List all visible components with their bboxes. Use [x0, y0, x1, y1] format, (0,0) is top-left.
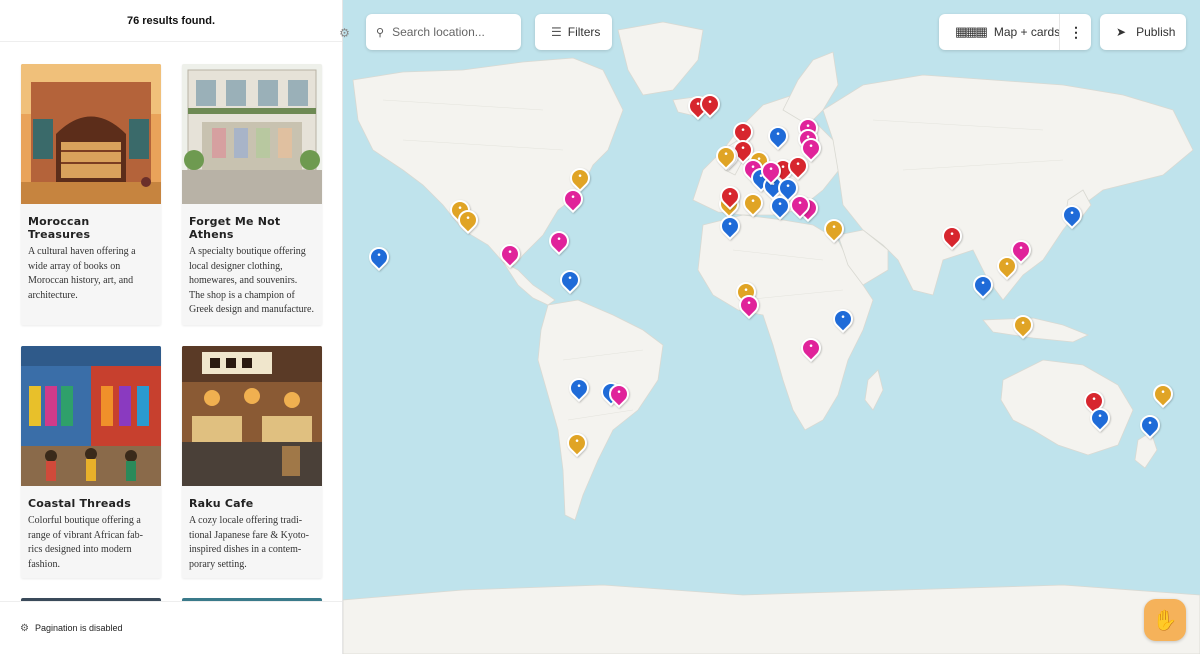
results-sidebar: 76 results found. Moroccan Treasures A c…	[0, 0, 343, 654]
map-pin[interactable]: •	[562, 428, 592, 458]
map-pin[interactable]: •	[711, 141, 741, 171]
map-pin[interactable]: •	[785, 190, 815, 220]
map-pin[interactable]: •	[364, 242, 394, 272]
map-cards-icon: ▦▦▦	[955, 24, 988, 39]
map-pin[interactable]: •	[544, 226, 574, 256]
view-mode-control[interactable]: ▦▦▦ Map + cards ⋮	[939, 14, 1091, 50]
map-pin[interactable]: •	[819, 214, 849, 244]
gear-icon[interactable]: ⚙	[338, 27, 351, 40]
map-pin[interactable]: •	[453, 205, 483, 235]
card-description: Colorful boutique offering a range of vi…	[28, 515, 143, 570]
rocket-icon: ➤	[1116, 25, 1127, 39]
map-pin[interactable]: •	[765, 191, 795, 221]
map-pin[interactable]: •	[1085, 403, 1115, 433]
card-image	[182, 346, 322, 486]
card-image	[182, 64, 322, 204]
card-title: Raku Cafe	[189, 497, 254, 510]
map-view[interactable]: • • • • • • • • • • • • • • • • • • • • • • • • • • • • • • • • • • • • • • • •…	[343, 0, 1200, 654]
more-vertical-icon[interactable]: ⋮	[1069, 14, 1083, 50]
map-pin[interactable]: •	[1008, 310, 1038, 340]
card-title: Moroccan Treasures	[28, 215, 91, 241]
cards-list[interactable]: Moroccan Treasures A cultural haven offe…	[0, 43, 342, 601]
map-pin[interactable]: •	[715, 211, 745, 241]
map-pin[interactable]: •	[564, 373, 594, 403]
map-pin[interactable]: •	[738, 188, 768, 218]
map-pin[interactable]: •	[783, 151, 813, 181]
sliders-icon: ☰	[551, 25, 562, 39]
map-pin[interactable]: •	[734, 290, 764, 320]
divider	[1059, 14, 1060, 50]
map-pin[interactable]: •	[1057, 200, 1087, 230]
list-item[interactable]: Moroccan Treasures A cultural haven offe…	[21, 64, 161, 325]
view-mode-label[interactable]: Map + cards	[994, 25, 1060, 39]
map-pin[interactable]: •	[992, 251, 1022, 281]
pagination-label: Pagination is disabled	[34, 623, 123, 633]
card-title: Coastal Threads	[28, 497, 131, 510]
map-pin[interactable]: •	[1135, 410, 1165, 440]
map-pin[interactable]: •	[828, 304, 858, 334]
map-pin[interactable]: •	[495, 239, 525, 269]
map-pin[interactable]: •	[756, 156, 786, 186]
map-pin[interactable]: •	[558, 184, 588, 214]
publish-button[interactable]: ➤ Publish	[1100, 14, 1186, 50]
card-description: A specialty boutique offering local desi…	[189, 246, 314, 315]
card-description: A cultural haven offering a wide array o…	[28, 246, 136, 301]
filters-button[interactable]: ☰ Filters	[535, 14, 612, 50]
wave-hand-icon: ✋	[1152, 609, 1178, 632]
list-item[interactable]: Forget Me Not Athens A specialty boutiqu…	[182, 64, 322, 325]
map-pin[interactable]: •	[796, 333, 826, 363]
publish-label: Publish	[1136, 25, 1176, 39]
search-input[interactable]	[392, 25, 508, 39]
pagination-status: ⚙ Pagination is disabled	[0, 601, 342, 654]
card-description: A cozy locale offering tradi­tional Japa…	[189, 515, 309, 570]
filters-label: Filters	[567, 25, 601, 39]
map-pin[interactable]: •	[968, 270, 998, 300]
map-pin[interactable]: •	[763, 121, 793, 151]
gear-icon: ⚙	[20, 622, 29, 634]
map-pin[interactable]: •	[555, 265, 585, 295]
card-image	[21, 64, 161, 204]
map-pin[interactable]: •	[695, 89, 725, 119]
card-title: Forget Me Not Athens	[189, 215, 281, 241]
list-item[interactable]: Coastal Threads Colorful boutique offeri…	[21, 346, 161, 578]
help-button[interactable]: ✋	[1144, 599, 1186, 641]
list-item[interactable]: Raku Cafe A cozy locale offering tradi­t…	[182, 346, 322, 578]
world-map[interactable]	[343, 0, 1200, 654]
card-image	[21, 346, 161, 486]
results-count: 76 results found.	[0, 0, 342, 42]
search-icon: ⚲	[376, 26, 385, 39]
search-box[interactable]: ⚲	[366, 14, 521, 50]
map-pin[interactable]: •	[937, 221, 967, 251]
map-pin[interactable]: •	[1148, 379, 1178, 409]
map-pin[interactable]: •	[715, 181, 745, 211]
map-pin[interactable]: •	[604, 379, 634, 409]
